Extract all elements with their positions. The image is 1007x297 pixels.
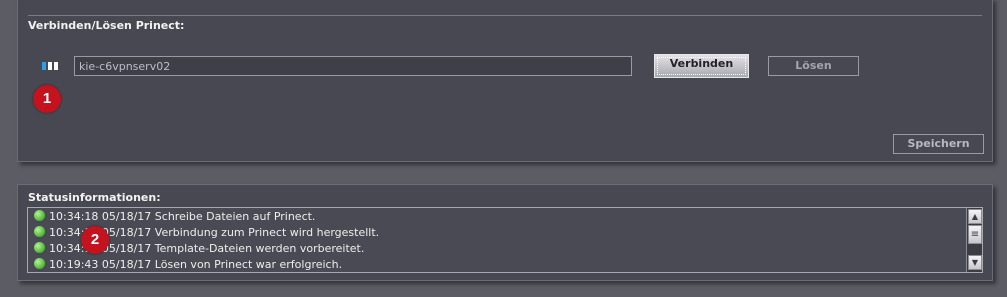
scroll-up-arrow-icon[interactable]: ▲ bbox=[968, 209, 982, 224]
scroll-thumb-grip-icon[interactable]: ≡ bbox=[968, 225, 982, 244]
log-entry: 10:19:43 05/18/17 Lösen von Prinect war … bbox=[34, 257, 343, 272]
divider bbox=[28, 15, 982, 16]
scroll-down-arrow-icon[interactable]: ▼ bbox=[968, 255, 982, 270]
host-input[interactable] bbox=[74, 56, 632, 76]
green-status-dot-icon bbox=[34, 210, 45, 221]
connect-panel: Verbinden/Lösen Prinect: Verbinden Lösen… bbox=[17, 0, 993, 162]
connect-section-title: Verbinden/Lösen Prinect: bbox=[28, 19, 185, 32]
connect-button[interactable]: Verbinden bbox=[654, 54, 749, 78]
status-panel: Statusinformationen: 10:34:18 05/18/17 S… bbox=[17, 184, 993, 281]
log-entry-text: 10:34:18 05/18/17 Schreibe Dateien auf P… bbox=[49, 210, 316, 223]
status-section-title: Statusinformationen: bbox=[28, 191, 161, 204]
green-status-dot-icon bbox=[34, 226, 45, 237]
release-button[interactable]: Lösen bbox=[768, 56, 859, 76]
green-status-dot-icon bbox=[34, 258, 45, 269]
log-entry: 10:34:18 05/18/17 Schreibe Dateien auf P… bbox=[34, 209, 315, 225]
connection-status-bars-icon bbox=[42, 61, 60, 71]
save-button[interactable]: Speichern bbox=[893, 134, 984, 154]
callout-marker-1: 1 bbox=[33, 85, 61, 113]
status-log[interactable]: 10:34:18 05/18/17 Schreibe Dateien auf P… bbox=[27, 207, 983, 273]
callout-marker-2: 2 bbox=[81, 226, 109, 254]
log-scrollbar[interactable]: ▲ ≡ ▼ bbox=[966, 208, 982, 272]
log-entry-text: 10:19:43 05/18/17 Lösen von Prinect war … bbox=[49, 258, 343, 271]
green-status-dot-icon bbox=[34, 242, 45, 253]
